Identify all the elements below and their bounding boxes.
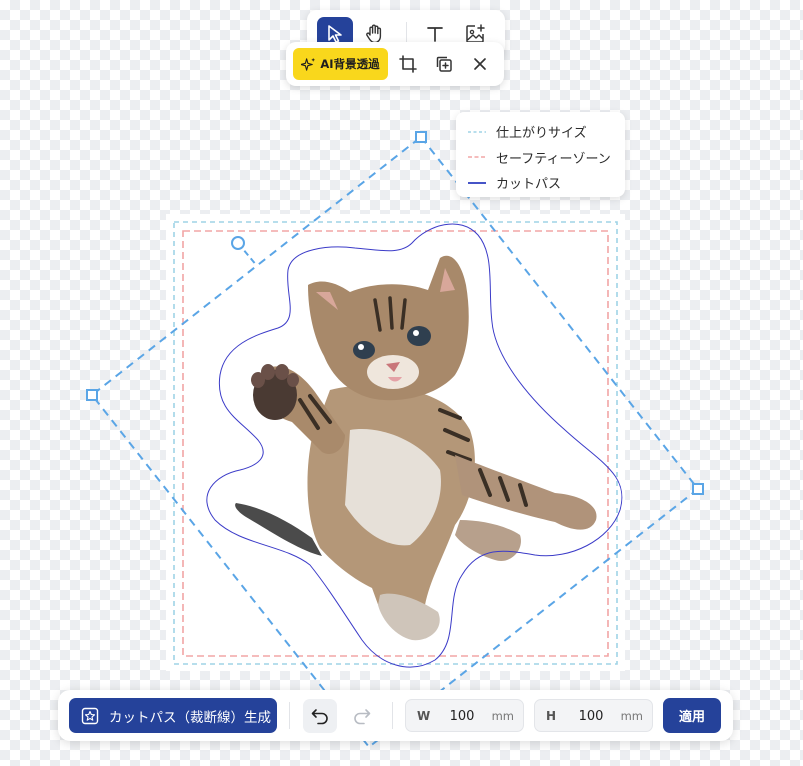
legend-item-safety-zone: セーフティーゾーン [468,145,625,171]
resize-handle-top[interactable] [415,131,427,143]
resize-handle-right[interactable] [692,483,704,495]
redo-button[interactable] [345,699,379,733]
resize-handle-left[interactable] [86,389,98,401]
generate-cut-path-label: カットパス（裁断線）生成 [109,709,271,726]
dashed-line-swatch [468,156,486,159]
dotted-line-swatch [468,130,486,133]
width-field[interactable]: W mm [405,699,524,732]
guide-legend: 仕上がりサイズ セーフティーゾーン カットパス [456,112,625,197]
width-input[interactable] [442,706,482,726]
generate-cut-path-button[interactable]: カットパス（裁断線）生成 [69,698,277,733]
rotate-handle[interactable] [231,236,245,250]
legend-item-cut-path: カットパス [468,170,625,196]
height-label: H [546,709,557,723]
width-label: W [417,709,431,723]
legend-label: 仕上がりサイズ [496,126,587,142]
height-field[interactable]: H mm [534,699,653,732]
canvas-overlay [86,131,704,749]
sticker-outline-icon [81,707,99,724]
undo-button[interactable] [303,699,337,733]
bottom-toolbar: カットパス（裁断線）生成 W mm H mm 適用 [58,690,733,741]
apply-button[interactable]: 適用 [663,698,721,733]
undo-icon [311,709,328,725]
toolbar-divider [392,702,393,729]
legend-item-finish-size: 仕上がりサイズ [468,119,625,145]
legend-label: セーフティーゾーン [496,151,611,167]
height-input[interactable] [571,706,611,726]
kitten-image [235,255,597,641]
toolbar-divider [289,702,290,729]
width-unit: mm [491,709,514,723]
height-unit: mm [620,709,643,723]
apply-label: 適用 [678,710,705,725]
legend-label: カットパス [496,177,562,193]
solid-line-swatch [468,181,486,184]
redo-icon [354,709,371,725]
